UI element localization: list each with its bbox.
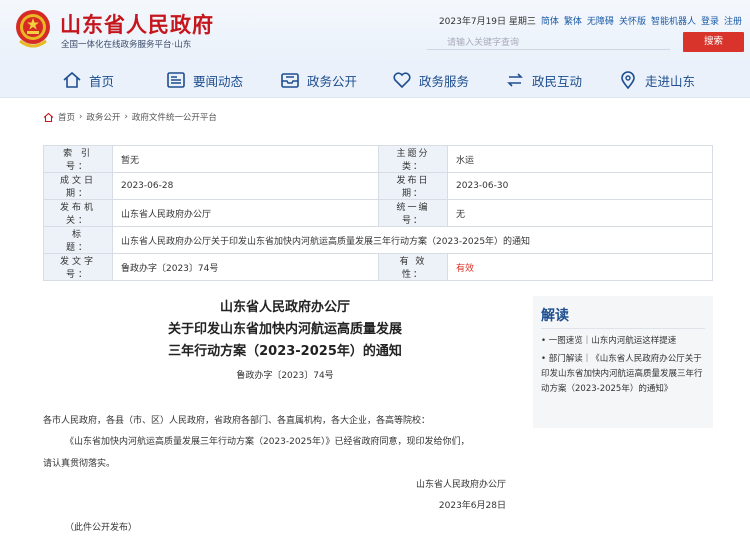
sidebar-item-interpretation[interactable]: • 部门解读｜《山东省人民政府办公厅关于印发山东省加快内河航运高质量发展三年行动… <box>541 352 706 397</box>
nav-news[interactable]: 要闻动态 <box>166 62 243 98</box>
interpretation-sidebar: 解读 • 一图速览｜山东内河航运这样提速 • 部门解读｜《山东省人民政府办公厅关… <box>533 296 713 428</box>
current-date: 2023年7月19日 星期三 <box>438 17 536 27</box>
breadcrumb-platform[interactable]: 政府文件统一公开平台 <box>132 111 217 123</box>
title-label: 标 题： <box>43 226 113 254</box>
main-nav: 首页 要闻动态 政务公开 政务服务 政民互动 走进山东 <box>0 62 750 98</box>
written-date-value: 2023-06-28 <box>112 172 379 200</box>
article-title: 山东省人民政府办公厅 关于印发山东省加快内河航运高质量发展 三年行动方案（202… <box>70 297 500 363</box>
link-login[interactable]: 登录 <box>701 14 719 27</box>
nav-home[interactable]: 首页 <box>62 62 114 98</box>
unified-number-label: 统一编号： <box>378 199 448 227</box>
document-info-table: 索 引 号： 暂无 主题分类： 水运 成文日期： 2023-06-28 发布日期… <box>43 145 713 281</box>
national-emblem-icon <box>16 10 50 48</box>
article-title-line1: 山东省人民政府办公厅 <box>219 300 350 315</box>
salutation: 各市人民政府，各县（市、区）人民政府，省政府各部门、各直属机构，各大企业，各高等… <box>43 416 431 426</box>
table-row: 成文日期： 2023-06-28 发布日期： 2023-06-30 <box>43 172 713 200</box>
sidebar-title: 解读 <box>541 308 569 324</box>
home-icon <box>43 112 54 122</box>
nav-news-label: 要闻动态 <box>193 73 244 89</box>
link-accessibility[interactable]: 无障碍 <box>587 14 614 27</box>
sidebar-item-label: 一图速览｜山东内河航运这样提速 <box>548 336 677 346</box>
exchange-icon <box>507 73 523 87</box>
heart-icon <box>393 72 411 89</box>
publish-note: （此件公开发布） <box>65 523 138 533</box>
publish-date-value: 2023-06-30 <box>447 172 713 200</box>
site-title[interactable]: 山东省人民政府 <box>60 9 214 39</box>
nav-shandong[interactable]: 走进山东 <box>618 62 695 98</box>
nav-interaction-label: 政民互动 <box>532 73 583 89</box>
sidebar-item-infographic[interactable]: • 一图速览｜山东内河航运这样提速 <box>541 334 706 349</box>
index-label: 索 引 号： <box>43 145 113 173</box>
site-header: 山东省人民政府 全国一体化在线政务服务平台·山东 2023年7月19日 星期三 … <box>0 0 750 62</box>
nav-home-label: 首页 <box>89 73 115 89</box>
written-date-label: 成文日期： <box>43 172 113 200</box>
table-row: 标 题： 山东省人民政府办公厅关于印发山东省加快内河航运高质量发展三年行动方案（… <box>43 226 713 254</box>
body-paragraph-cont: 请认真贯彻落实。 <box>43 459 116 469</box>
nav-gov-service[interactable]: 政务服务 <box>392 62 469 98</box>
search-button[interactable]: 搜索 <box>683 32 744 52</box>
article-title-line2: 关于印发山东省加快内河航运高质量发展 <box>167 322 402 337</box>
table-row: 发布机关： 山东省人民政府办公厅 统一编号： 无 <box>43 199 713 227</box>
nav-interaction[interactable]: 政民互动 <box>505 62 582 98</box>
top-utility-bar: 2023年7月19日 星期三 简体 繁体 无障碍 关怀版 智能机器人 登录 注册 <box>439 14 742 27</box>
doc-number-value: 鲁政办字〔2023〕74号 <box>112 253 379 281</box>
link-simplified[interactable]: 简体 <box>541 14 559 27</box>
table-row: 索 引 号： 暂无 主题分类： 水运 <box>43 145 713 173</box>
body-paragraph: 《山东省加快内河航运高质量发展三年行动方案（2023-2025年）》已经省政府同… <box>65 437 470 447</box>
article-doc-number: 鲁政办字〔2023〕74号 <box>236 371 334 381</box>
validity-label: 有 效 性： <box>378 253 448 281</box>
divider <box>541 328 705 329</box>
breadcrumb-gov-open[interactable]: 政务公开 <box>86 111 120 123</box>
home-icon <box>63 71 81 88</box>
issuer-label: 发布机关： <box>43 199 113 227</box>
article-title-line3: 三年行动方案（2023-2025年）的通知 <box>168 344 402 359</box>
sidebar-item-label: 部门解读｜《山东省人民政府办公厅关于印发山东省加快内河航运高质量发展三年行动方案… <box>541 354 703 394</box>
search-input[interactable]: 请输入关键字查询 <box>427 32 670 50</box>
nav-gov-open[interactable]: 政务公开 <box>280 62 357 98</box>
title-value: 山东省人民政府办公厅关于印发山东省加快内河航运高质量发展三年行动方案（2023-… <box>112 226 713 254</box>
link-care-mode[interactable]: 关怀版 <box>619 14 646 27</box>
nav-gov-open-label: 政务公开 <box>307 73 358 89</box>
issuer-value: 山东省人民政府办公厅 <box>112 199 379 227</box>
sign-date: 2023年6月28日 <box>438 501 506 511</box>
category-value: 水运 <box>447 145 713 173</box>
breadcrumb-home[interactable]: 首页 <box>58 111 75 123</box>
table-row: 发文字号： 鲁政办字〔2023〕74号 有 效 性： 有效 <box>43 253 713 281</box>
unified-number-value: 无 <box>447 199 713 227</box>
nav-shandong-label: 走进山东 <box>645 73 696 89</box>
publish-date-label: 发布日期： <box>378 172 448 200</box>
link-register[interactable]: 注册 <box>724 14 742 27</box>
inbox-icon <box>281 73 299 88</box>
category-label: 主题分类： <box>378 145 448 173</box>
signer: 山东省人民政府办公厅 <box>415 480 506 490</box>
breadcrumb: 首页 › 政务公开 › 政府文件统一公开平台 <box>43 111 217 123</box>
site-subtitle: 全国一体化在线政务服务平台·山东 <box>61 40 192 50</box>
newspaper-icon <box>167 72 185 88</box>
doc-number-label: 发文字号： <box>43 253 113 281</box>
validity-value: 有效 <box>447 253 713 281</box>
link-robot[interactable]: 智能机器人 <box>651 14 696 27</box>
index-value: 暂无 <box>112 145 379 173</box>
link-traditional[interactable]: 繁体 <box>564 14 582 27</box>
location-icon <box>621 71 635 90</box>
nav-gov-service-label: 政务服务 <box>419 73 470 89</box>
